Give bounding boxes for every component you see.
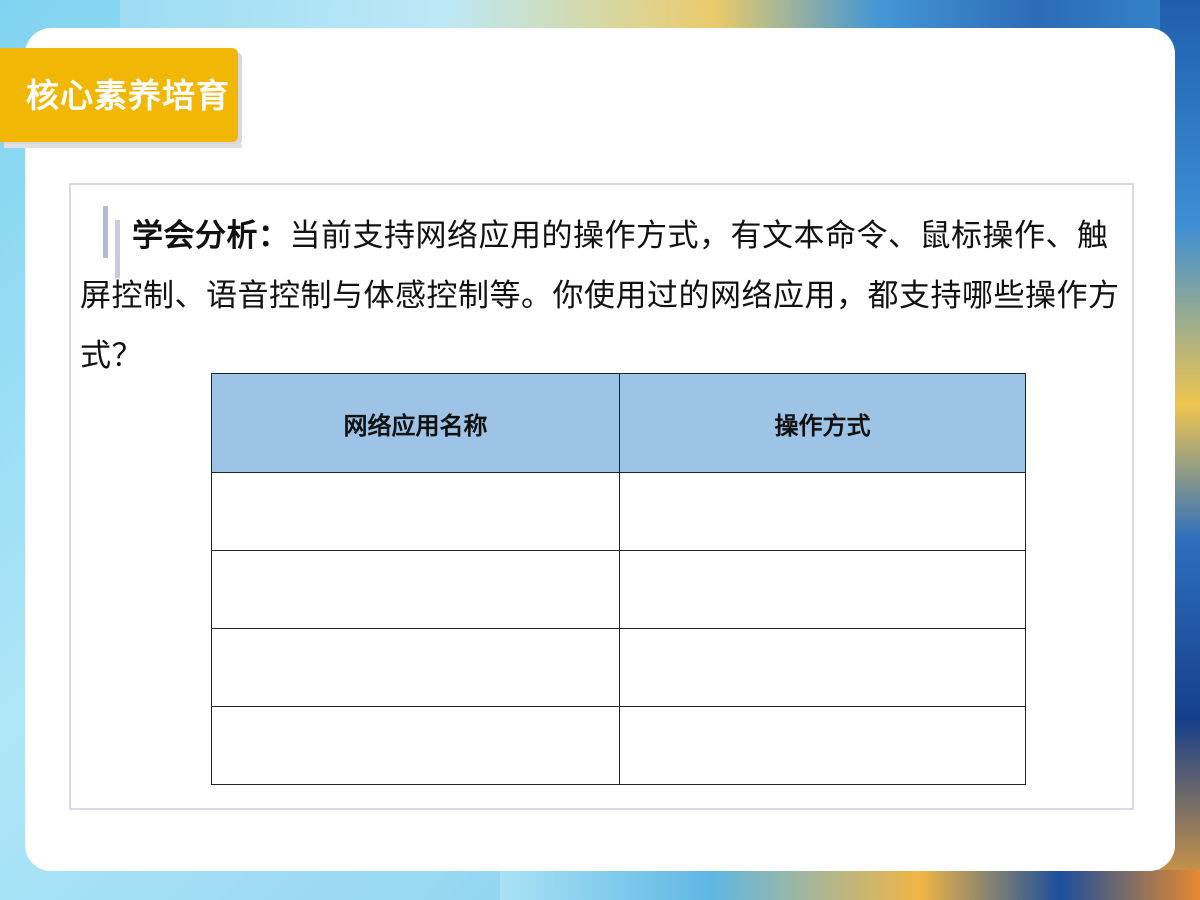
table-header-row: 网络应用名称 操作方式 bbox=[211, 373, 1026, 473]
question-lead: 学会分析： bbox=[132, 218, 290, 254]
table-cell-operation-method[interactable] bbox=[619, 706, 1026, 785]
question-paragraph: 学会分析：当前支持网络应用的操作方式，有文本命令、鼠标操作、触屏控制、语音控制与… bbox=[80, 206, 1128, 386]
table-cell-app-name[interactable] bbox=[211, 550, 620, 629]
background-decoration-bottom bbox=[500, 870, 1200, 900]
section-title: 核心素养培育 bbox=[26, 76, 230, 115]
table-cell-app-name[interactable] bbox=[211, 628, 620, 707]
table-cell-operation-method[interactable] bbox=[619, 628, 1026, 707]
table-cell-operation-method[interactable] bbox=[619, 472, 1026, 551]
table-cell-app-name[interactable] bbox=[211, 706, 620, 785]
table-row bbox=[211, 628, 1026, 707]
header-app-name: 网络应用名称 bbox=[211, 373, 620, 473]
network-app-table: 网络应用名称 操作方式 bbox=[211, 373, 1026, 785]
table-cell-operation-method[interactable] bbox=[619, 550, 1026, 629]
table-cell-app-name[interactable] bbox=[211, 472, 620, 551]
header-operation-method: 操作方式 bbox=[619, 373, 1026, 473]
table-row bbox=[211, 706, 1026, 785]
table-row bbox=[211, 472, 1026, 551]
table-row bbox=[211, 550, 1026, 629]
